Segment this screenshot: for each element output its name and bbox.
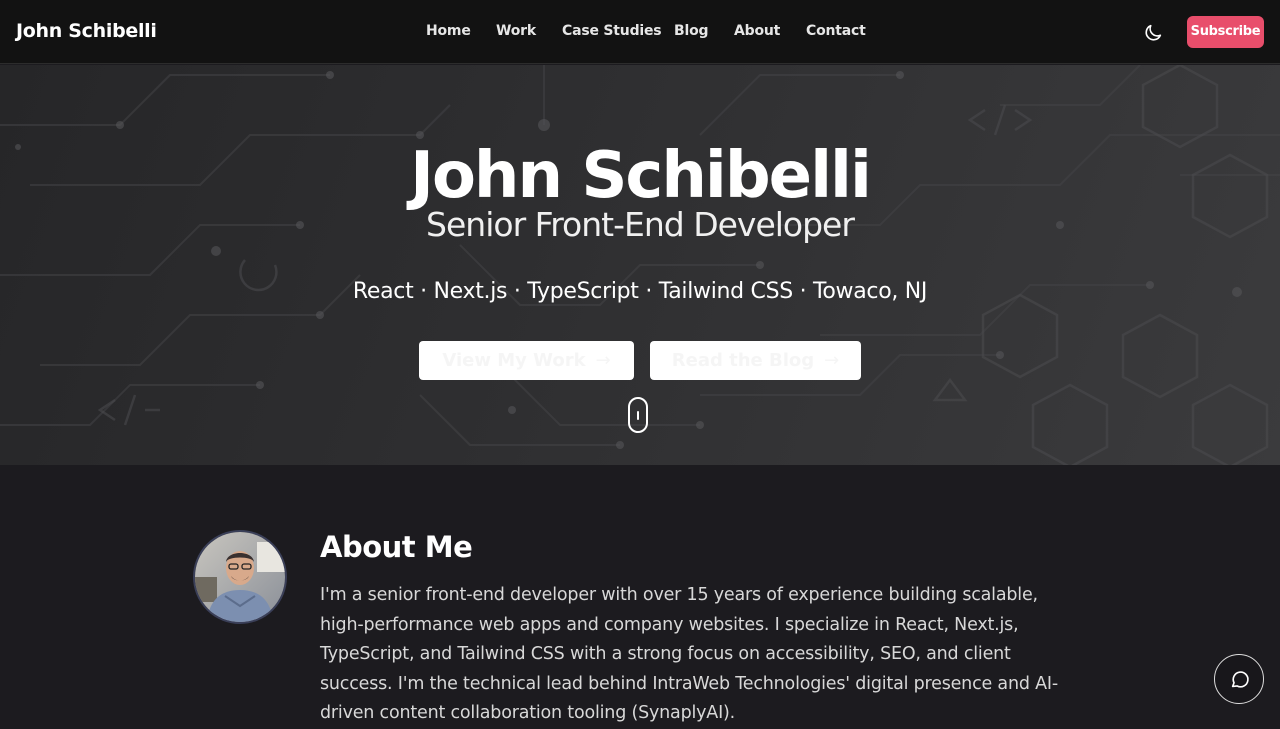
nav-link-about[interactable]: About	[734, 23, 780, 39]
about-title: About Me	[320, 530, 473, 564]
chat-bubble-icon	[1231, 671, 1249, 688]
view-work-label: View My Work	[442, 350, 586, 371]
hero-subtitle: Senior Front-End Developer	[426, 205, 855, 244]
top-navbar: John Schibelli Home Work Case Studies Bl…	[0, 0, 1280, 64]
nav-link-contact[interactable]: Contact	[806, 23, 866, 39]
scroll-wheel-dot	[637, 411, 639, 420]
view-work-button[interactable]: View My Work →	[419, 341, 634, 380]
brand-logo[interactable]: John Schibelli	[16, 20, 157, 42]
arrow-right-icon: →	[595, 350, 611, 371]
nav-link-case-studies[interactable]: Case Studies	[562, 23, 662, 39]
subscribe-button[interactable]: Subscribe	[1187, 16, 1264, 48]
hero-title: John Schibelli	[410, 139, 872, 213]
hero-tech-tags: React · Next.js · TypeScript · Tailwind …	[352, 279, 928, 304]
read-blog-label: Read the Blog	[671, 350, 815, 371]
chat-button[interactable]	[1214, 654, 1264, 704]
arrow-right-icon: →	[824, 350, 840, 371]
mouse-scroll-icon[interactable]	[628, 397, 648, 433]
moon-icon[interactable]	[1142, 22, 1164, 44]
about-text: I'm a senior front-end developer with ov…	[320, 585, 1058, 723]
nav-link-blog[interactable]: Blog	[674, 23, 709, 39]
read-blog-button[interactable]: Read the Blog →	[650, 341, 861, 380]
nav-link-work[interactable]: Work	[496, 23, 536, 39]
avatar	[193, 530, 287, 624]
hero-section: John Schibelli Senior Front-End Develope…	[0, 65, 1280, 465]
nav-link-home[interactable]: Home	[426, 23, 471, 39]
